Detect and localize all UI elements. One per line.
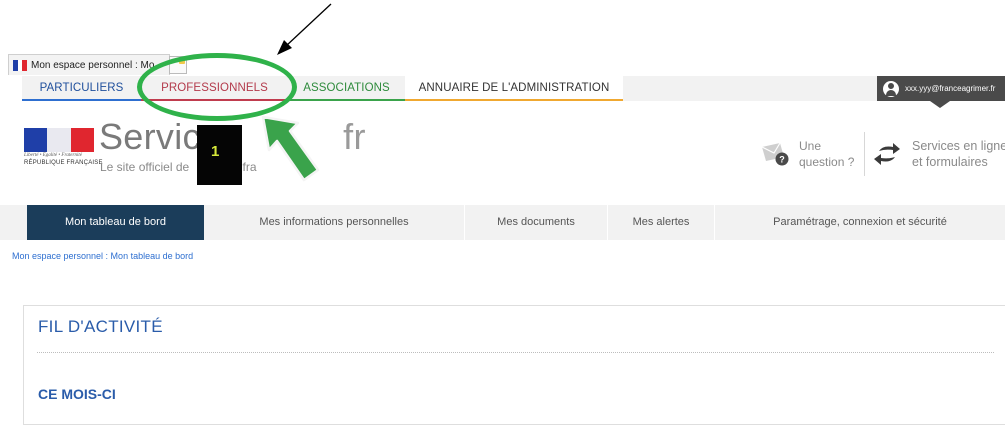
menu-parametrage[interactable]: Paramétrage, connexion et sécurité: [715, 205, 1005, 240]
marianne-logo-icon[interactable]: [24, 128, 94, 152]
question-line1: Une: [799, 139, 822, 153]
nav-annuaire[interactable]: ANNUAIRE DE L'ADMINISTRATION: [405, 76, 623, 101]
exchange-arrows-icon[interactable]: [873, 140, 901, 168]
user-account-button[interactable]: xxx.yyy@franceagrimer.fr: [877, 76, 1005, 101]
activity-title: FIL D'ACTIVITÉ: [38, 317, 163, 336]
question-envelope-icon[interactable]: ?: [760, 141, 790, 167]
menu-documents[interactable]: Mes documents: [465, 205, 607, 240]
question-line2: question ?: [799, 155, 855, 169]
services-link[interactable]: Services en ligne et formulaires: [912, 138, 1005, 170]
user-email: xxx.yyy@franceagrimer.fr: [905, 84, 996, 93]
highlight-ellipse: [137, 53, 297, 121]
logo-motto: Liberté • Égalité • Fraternité: [24, 153, 82, 158]
nav-particuliers[interactable]: PARTICULIERS: [22, 76, 141, 101]
site-name-ext: fr: [343, 116, 366, 157]
question-link[interactable]: Une question ?: [799, 138, 854, 170]
svg-text:?: ?: [779, 155, 785, 165]
french-flag-icon: [13, 59, 28, 71]
header-divider: [864, 132, 865, 176]
step-number: 1: [211, 143, 220, 160]
menu-alertes[interactable]: Mes alertes: [608, 205, 714, 240]
services-line1: Services en ligne: [912, 139, 1005, 153]
menu-tableau-de-bord[interactable]: Mon tableau de bord: [27, 205, 204, 240]
month-section-heading: CE MOIS-CI: [38, 386, 116, 402]
dotted-divider: [37, 352, 994, 353]
nav-associations[interactable]: ASSOCIATIONS: [288, 76, 405, 101]
activity-panel: [23, 305, 1005, 425]
caret-down-icon: [930, 101, 950, 108]
services-line2: et formulaires: [912, 155, 988, 169]
black-pointer-arrow-icon: [277, 3, 332, 55]
tagline-start: Le site officiel de: [100, 160, 190, 174]
logo-republic: RÉPUBLIQUE FRANÇAISE: [24, 160, 103, 166]
browser-tab-title: Mon espace personnel : Mo: [31, 59, 155, 71]
menu-informations-personnelles[interactable]: Mes informations personnelles: [204, 205, 464, 240]
step-marker-box: [197, 125, 242, 185]
breadcrumb[interactable]: Mon espace personnel : Mon tableau de bo…: [12, 251, 193, 261]
user-icon: [883, 80, 899, 97]
